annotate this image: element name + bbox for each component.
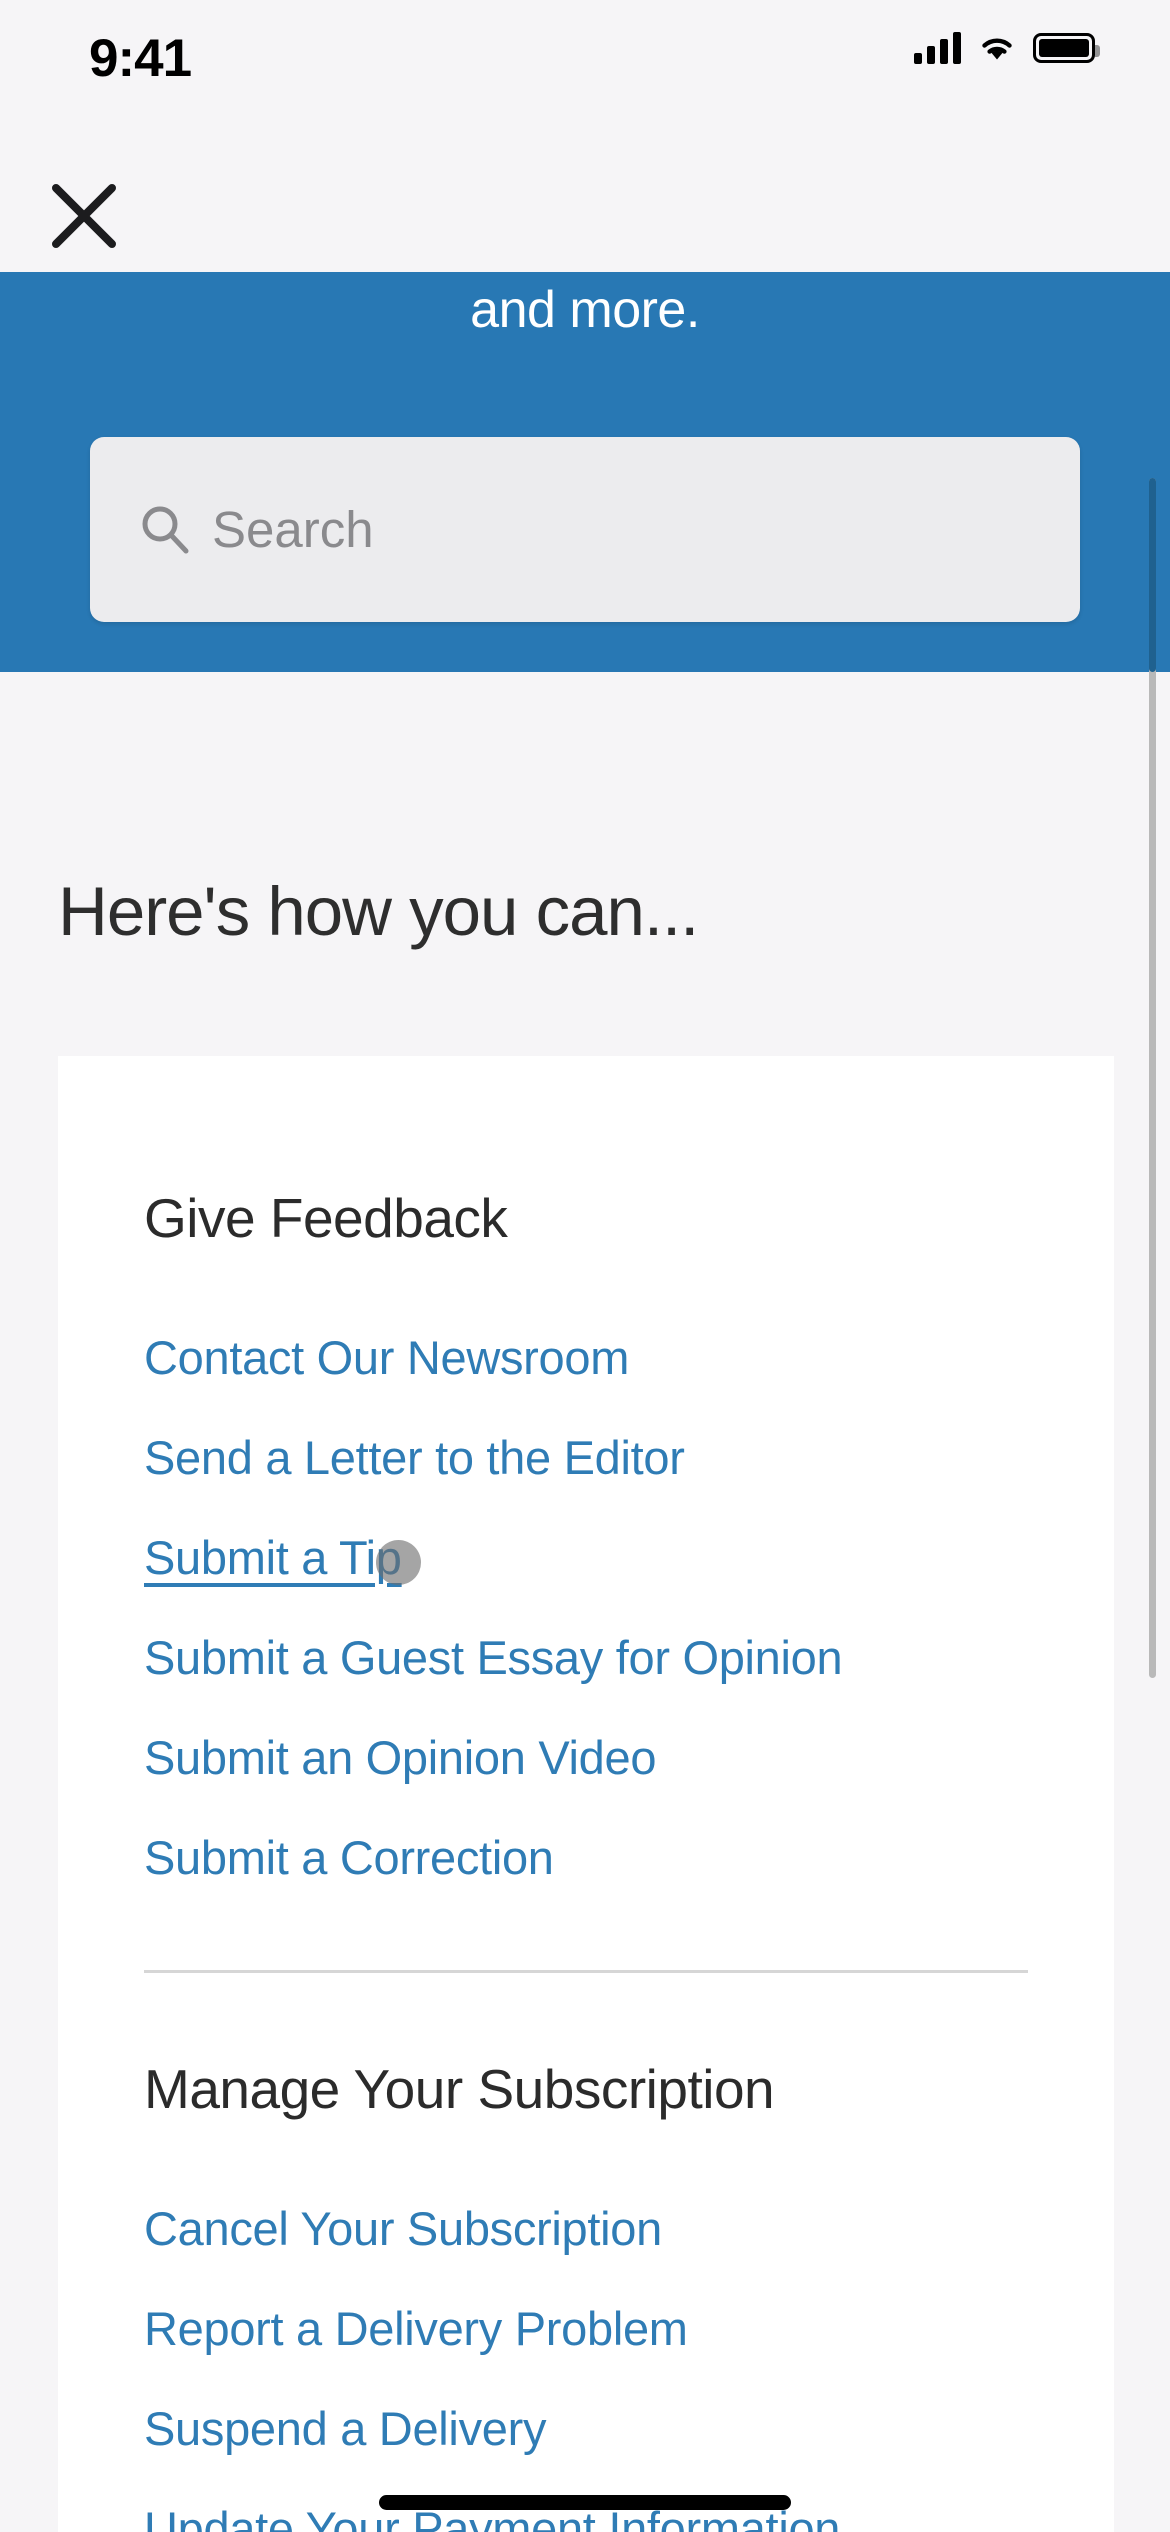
link-list-give-feedback: Contact Our Newsroom Send a Letter to th… — [144, 1308, 1028, 1908]
section-title-manage-your-subscription: Manage Your Subscription — [144, 2058, 775, 2120]
list-item: Submit a Tip — [144, 1508, 1028, 1608]
battery-icon — [1033, 33, 1100, 63]
list-item: Suspend a Delivery — [144, 2379, 1028, 2479]
link-submit-an-opinion-video[interactable]: Submit an Opinion Video — [144, 1708, 657, 1808]
status-bar-indicators — [914, 32, 1100, 64]
list-item: Send a Letter to the Editor — [144, 1408, 1028, 1508]
close-icon[interactable] — [48, 180, 120, 252]
link-report-a-delivery-problem[interactable]: Report a Delivery Problem — [144, 2279, 688, 2379]
vertical-scrollbar[interactable] — [1149, 478, 1156, 1678]
hero-banner: and more. Search — [0, 272, 1170, 672]
help-topics-card: Give Feedback Contact Our Newsroom Send … — [58, 1056, 1114, 2532]
search-placeholder: Search — [212, 501, 374, 558]
wifi-icon — [977, 33, 1017, 63]
list-item: Submit a Correction — [144, 1808, 1028, 1908]
home-indicator — [379, 2495, 791, 2510]
main-content: Here's how you can... Give Feedback Cont… — [0, 672, 1170, 2532]
link-submit-a-guest-essay-for-opinion[interactable]: Submit a Guest Essay for Opinion — [144, 1608, 843, 1708]
list-item: Contact Our Newsroom — [144, 1308, 1028, 1408]
link-list-manage-subscription: Cancel Your Subscription Report a Delive… — [144, 2179, 1028, 2532]
link-send-a-letter-to-the-editor[interactable]: Send a Letter to the Editor — [144, 1408, 685, 1508]
search-icon — [138, 503, 192, 557]
status-bar: 9:41 — [0, 0, 1170, 140]
phone-screen: 9:41 and more. Search Here's how you can… — [0, 0, 1170, 2532]
link-suspend-a-delivery[interactable]: Suspend a Delivery — [144, 2379, 546, 2479]
cellular-signal-icon — [914, 32, 961, 64]
page-title: Here's how you can... — [58, 873, 699, 950]
search-input[interactable]: Search — [90, 437, 1080, 622]
section-divider — [144, 1970, 1028, 1973]
link-submit-a-correction[interactable]: Submit a Correction — [144, 1808, 554, 1908]
link-contact-our-newsroom[interactable]: Contact Our Newsroom — [144, 1308, 629, 1408]
section-title-give-feedback: Give Feedback — [144, 1187, 508, 1249]
list-item: Submit an Opinion Video — [144, 1708, 1028, 1808]
modal-top-bar — [0, 140, 1170, 272]
link-cancel-your-subscription[interactable]: Cancel Your Subscription — [144, 2179, 662, 2279]
hero-tagline: and more. — [470, 281, 700, 339]
list-item: Submit a Guest Essay for Opinion — [144, 1608, 1028, 1708]
list-item: Cancel Your Subscription — [144, 2179, 1028, 2279]
scrollbar-thumb[interactable] — [1149, 478, 1156, 672]
list-item: Report a Delivery Problem — [144, 2279, 1028, 2379]
link-submit-a-tip[interactable]: Submit a Tip — [144, 1508, 402, 1608]
status-bar-time: 9:41 — [89, 29, 192, 88]
